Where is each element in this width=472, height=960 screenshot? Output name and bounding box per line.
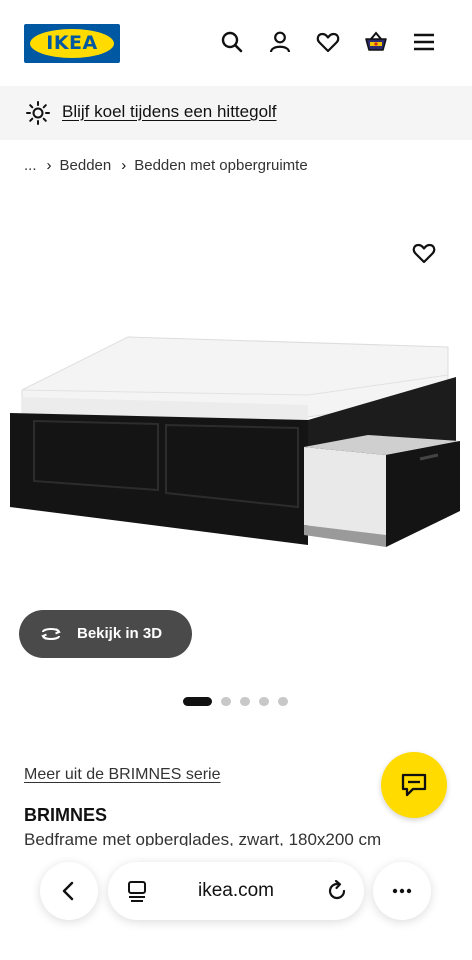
- reload-icon[interactable]: [325, 879, 349, 903]
- product-description: Bedframe met opberglades, zwart, 180x200…: [24, 830, 382, 846]
- favourite-icon[interactable]: [411, 240, 437, 266]
- account-icon[interactable]: [267, 29, 293, 55]
- breadcrumb: ... › Bedden › Bedden met opbergruimte: [24, 155, 308, 177]
- back-button[interactable]: [40, 862, 98, 920]
- chevron-right-icon: ›: [121, 157, 127, 174]
- banner-link[interactable]: Blijf koel tijdens een hittegolf: [62, 100, 277, 124]
- breadcrumb-ellipsis[interactable]: ...: [24, 155, 37, 177]
- carousel-dot[interactable]: [221, 697, 231, 706]
- series-link[interactable]: Meer uit de BRIMNES serie: [24, 764, 221, 786]
- search-icon[interactable]: [219, 29, 245, 55]
- product-name: BRIMNES: [24, 805, 108, 825]
- basket-icon[interactable]: [363, 29, 389, 55]
- logo-text: IKEA: [46, 32, 98, 54]
- chat-icon: [401, 773, 427, 797]
- carousel-dot[interactable]: [240, 697, 250, 706]
- chat-button[interactable]: [381, 752, 447, 818]
- breadcrumb-item-bedden-met-opbergruimte[interactable]: Bedden met opbergruimte: [134, 155, 307, 177]
- chevron-right-icon: ›: [46, 157, 52, 174]
- view-3d-label: Bekijk in 3D: [77, 625, 163, 642]
- site-header: IKEA: [0, 0, 472, 86]
- info-banner[interactable]: Blijf koel tijdens een hittegolf: [0, 86, 472, 140]
- more-button[interactable]: [373, 862, 431, 920]
- carousel-indicator[interactable]: [183, 697, 293, 707]
- carousel-dot-active[interactable]: [183, 697, 212, 706]
- carousel-dot[interactable]: [259, 697, 269, 706]
- carousel-dot[interactable]: [278, 697, 288, 706]
- product-image: [8, 325, 468, 615]
- rotate-3d-icon: [39, 623, 63, 645]
- menu-icon[interactable]: [411, 29, 437, 55]
- breadcrumb-item-bedden[interactable]: Bedden: [60, 155, 112, 177]
- favourites-icon[interactable]: [315, 29, 341, 55]
- back-icon: [62, 881, 74, 901]
- view-3d-button[interactable]: Bekijk in 3D: [19, 610, 192, 658]
- ikea-logo[interactable]: IKEA: [24, 24, 120, 63]
- address-bar[interactable]: ikea.com: [108, 862, 364, 920]
- more-icon: [392, 888, 412, 894]
- sun-icon: [25, 100, 51, 126]
